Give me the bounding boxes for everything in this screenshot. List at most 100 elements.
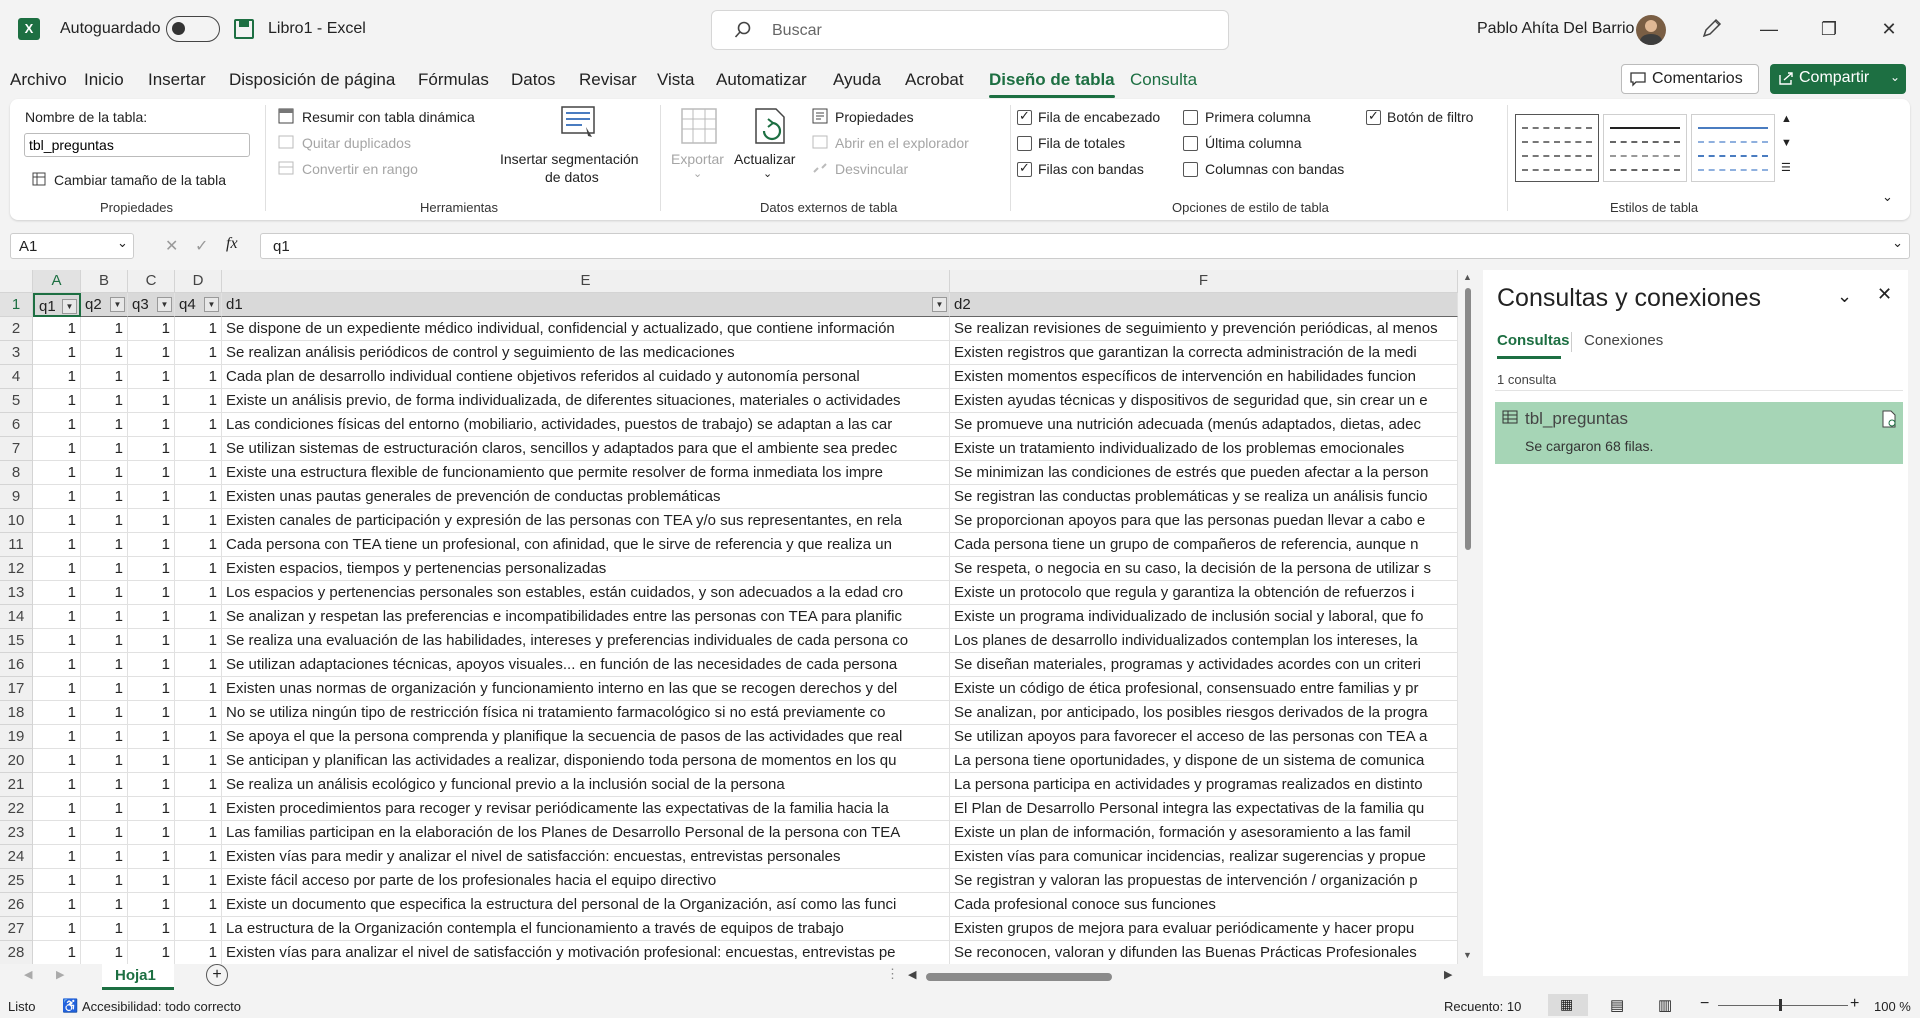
name-box[interactable]: A1 ⌄ <box>10 233 134 259</box>
column-header[interactable]: B <box>81 270 128 293</box>
table-cell[interactable]: 1 <box>175 413 222 437</box>
horizontal-scroll-thumb[interactable] <box>926 973 1112 981</box>
table-cell[interactable]: Cada profesional conoce sus funciones <box>950 893 1458 917</box>
table-cell[interactable]: 1 <box>128 773 175 797</box>
table-cell[interactable]: 1 <box>175 365 222 389</box>
row-header[interactable]: 14 <box>0 605 33 629</box>
table-cell[interactable]: 1 <box>33 365 81 389</box>
tab-archivo[interactable]: Archivo <box>10 70 67 90</box>
filter-dropdown-icon[interactable]: ▼ <box>110 297 125 312</box>
avatar[interactable] <box>1636 15 1666 45</box>
table-cell[interactable]: Se utilizan sistemas de estructuración c… <box>222 437 950 461</box>
table-cell[interactable]: Existe un programa individualizado de in… <box>950 605 1458 629</box>
table-cell[interactable]: 1 <box>33 461 81 485</box>
vertical-scrollbar[interactable]: ▲ ▼ <box>1461 270 1475 964</box>
export-chevron-icon[interactable]: ⌄ <box>693 167 702 180</box>
table-cell[interactable]: 1 <box>33 581 81 605</box>
tab-datos[interactable]: Datos <box>511 70 555 90</box>
row-header[interactable]: 16 <box>0 653 33 677</box>
table-cell[interactable]: 1 <box>81 365 128 389</box>
pen-icon[interactable] <box>1700 18 1722 40</box>
more-styles-icon[interactable]: ☰ <box>1781 161 1791 174</box>
table-cell[interactable]: 1 <box>81 917 128 941</box>
cancel-icon[interactable]: ✕ <box>165 236 178 256</box>
scroll-thumb[interactable] <box>1465 288 1471 550</box>
table-cell[interactable]: 1 <box>33 869 81 893</box>
table-cell[interactable]: La persona participa en actividades y pr… <box>950 773 1458 797</box>
table-cell[interactable]: 1 <box>81 869 128 893</box>
accessibility-status[interactable]: Accesibilidad: todo correcto <box>82 999 241 1014</box>
table-cell[interactable]: 1 <box>33 773 81 797</box>
row-header[interactable]: 10 <box>0 509 33 533</box>
row-header[interactable]: 27 <box>0 917 33 941</box>
tab-disposicion[interactable]: Disposición de página <box>229 70 395 90</box>
table-cell[interactable]: 1 <box>81 605 128 629</box>
table-cell[interactable]: 1 <box>175 317 222 341</box>
table-cell[interactable]: Existen unas pautas generales de prevenc… <box>222 485 950 509</box>
table-cell[interactable]: Existen registros que garantizan la corr… <box>950 341 1458 365</box>
table-cell[interactable]: 1 <box>128 677 175 701</box>
column-header[interactable]: A <box>33 270 81 293</box>
first-column-checkbox[interactable] <box>1183 110 1198 125</box>
table-cell[interactable]: Se realiza un análisis ecológico y funci… <box>222 773 950 797</box>
table-cell[interactable]: 1 <box>81 557 128 581</box>
add-sheet-icon[interactable]: + <box>206 964 228 986</box>
minimize-icon[interactable]: — <box>1756 16 1782 42</box>
table-cell[interactable]: La estructura de la Organización contemp… <box>222 917 950 941</box>
banded-columns-checkbox[interactable] <box>1183 162 1198 177</box>
row-header[interactable]: 6 <box>0 413 33 437</box>
table-cell[interactable]: 1 <box>128 557 175 581</box>
table-cell[interactable]: 1 <box>128 917 175 941</box>
share-button[interactable]: Compartir ⌄ <box>1770 64 1906 94</box>
table-cell[interactable]: 1 <box>33 893 81 917</box>
chevron-down-icon[interactable]: ▼ <box>1781 137 1792 149</box>
table-cell[interactable]: 1 <box>175 677 222 701</box>
table-cell[interactable]: 1 <box>128 605 175 629</box>
table-cell[interactable]: 1 <box>175 485 222 509</box>
table-cell[interactable]: Cada persona con TEA tiene un profesiona… <box>222 533 950 557</box>
formula-input[interactable]: q1 ⌄ <box>260 233 1910 259</box>
select-all-corner[interactable] <box>0 270 33 293</box>
table-cell[interactable]: Se respeta, o negocia en su caso, la dec… <box>950 557 1458 581</box>
table-cell[interactable]: 1 <box>128 317 175 341</box>
table-cell[interactable]: 1 <box>33 317 81 341</box>
table-cell[interactable]: 1 <box>175 821 222 845</box>
table-header-cell[interactable]: q1 ▼ <box>33 293 81 317</box>
table-cell[interactable]: 1 <box>81 509 128 533</box>
table-cell[interactable]: 1 <box>128 581 175 605</box>
table-cell[interactable]: Se registran las conductas problemáticas… <box>950 485 1458 509</box>
table-cell[interactable]: 1 <box>33 605 81 629</box>
table-cell[interactable]: 1 <box>175 869 222 893</box>
table-cell[interactable]: 1 <box>33 629 81 653</box>
table-cell[interactable]: 1 <box>128 821 175 845</box>
filter-dropdown-icon[interactable]: ▼ <box>204 297 219 312</box>
tab-automatizar[interactable]: Automatizar <box>716 70 807 90</box>
chevron-down-icon[interactable]: ⌄ <box>117 235 128 251</box>
row-header[interactable]: 5 <box>0 389 33 413</box>
table-cell[interactable]: 1 <box>128 629 175 653</box>
table-cell[interactable]: 1 <box>81 317 128 341</box>
row-header[interactable]: 15 <box>0 629 33 653</box>
table-cell[interactable]: 1 <box>33 509 81 533</box>
table-cell[interactable]: No se utiliza ningún tipo de restricción… <box>222 701 950 725</box>
table-cell[interactable]: 1 <box>81 533 128 557</box>
pane-options-icon[interactable]: ⌄ <box>1837 286 1852 307</box>
table-cell[interactable]: Existen vías para analizar el nivel de s… <box>222 941 950 964</box>
table-cell[interactable]: 1 <box>33 437 81 461</box>
column-header[interactable]: D <box>175 270 222 293</box>
table-cell[interactable]: 1 <box>33 389 81 413</box>
zoom-slider[interactable] <box>1718 1005 1848 1006</box>
table-cell[interactable]: Se realizan análisis periódicos de contr… <box>222 341 950 365</box>
table-cell[interactable]: 1 <box>81 797 128 821</box>
table-cell[interactable]: 1 <box>33 701 81 725</box>
export-button[interactable]: Exportar <box>671 151 724 167</box>
tab-vista[interactable]: Vista <box>657 70 695 90</box>
row-header[interactable]: 1 <box>0 293 33 317</box>
table-cell[interactable]: Se analizan, por anticipado, los posible… <box>950 701 1458 725</box>
row-header[interactable]: 18 <box>0 701 33 725</box>
table-cell[interactable]: Se realiza una evaluación de las habilid… <box>222 629 950 653</box>
table-cell[interactable]: 1 <box>175 581 222 605</box>
table-cell[interactable]: Existen momentos específicos de interven… <box>950 365 1458 389</box>
table-cell[interactable]: 1 <box>33 341 81 365</box>
slicer-button[interactable]: Insertar segmentación <box>500 151 639 167</box>
